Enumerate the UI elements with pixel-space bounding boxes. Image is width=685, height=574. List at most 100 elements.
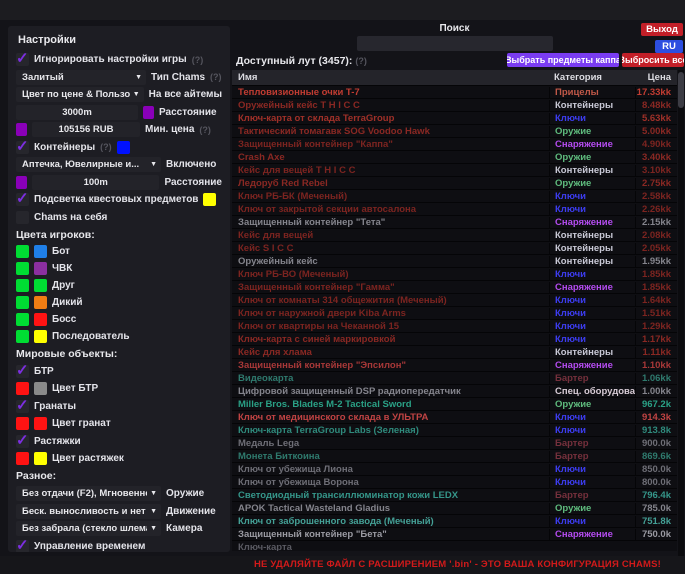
table-row[interactable]: Ключ от заброшенного завода (Меченый) Кл… [232, 514, 677, 527]
time-control-checkbox[interactable]: ✓ [16, 540, 29, 553]
weapon-select[interactable]: Без отдачи (F2), Мгновенное п ▼ [16, 486, 161, 501]
table-row[interactable]: Ключ от комнаты 314 общежития (Меченый) … [232, 293, 677, 306]
table-row[interactable]: Защищенный контейнер "Бета" Снаряжение 7… [232, 527, 677, 540]
chams-self-checkbox[interactable] [16, 211, 29, 224]
tripwire-color-swatch-1[interactable] [16, 452, 29, 465]
categories-select[interactable]: Аптечка, Ювелирные и... ▼ [16, 157, 161, 172]
help-icon[interactable]: (?) [199, 125, 211, 135]
player-color-swatch-1[interactable] [16, 245, 29, 258]
column-header-name[interactable]: Имя [232, 72, 549, 83]
table-row[interactable]: Ключ-карта с синей маркировкой Ключи 1.1… [232, 332, 677, 345]
table-row[interactable]: Ключ-карта от склада TerraGroup Ключи 5.… [232, 111, 677, 124]
table-scrollbar[interactable] [678, 70, 684, 556]
min-price-input[interactable]: 105156 RUB [32, 122, 140, 137]
misc-title: Разное: [16, 470, 222, 482]
table-row[interactable]: Тепловизионные очки T-7 Прицелы 17.33kk [232, 85, 677, 98]
quest-color-swatch[interactable] [203, 193, 216, 206]
loot-distance-color-swatch[interactable] [16, 176, 27, 189]
table-row[interactable]: Кейс S I C C Контейнеры 2.05kk [232, 241, 677, 254]
table-row[interactable]: Защищенный контейнер "Каппа" Снаряжение … [232, 137, 677, 150]
tripwires-checkbox[interactable]: ✓ [16, 435, 29, 448]
btr-checkbox[interactable]: ✓ [16, 365, 29, 378]
table-row[interactable]: Ключ от убежища Ворона Ключи 800.0k [232, 475, 677, 488]
table-row[interactable]: Ключ-карта [232, 540, 677, 551]
player-color-swatch-1[interactable] [16, 330, 29, 343]
player-color-swatch-1[interactable] [16, 313, 29, 326]
column-header-category[interactable]: Категория [549, 72, 635, 83]
drop-all-button[interactable]: Выбросить все [622, 53, 684, 67]
help-icon[interactable]: (?) [210, 72, 222, 82]
table-row[interactable]: Ледоруб Red Rebel Оружие 2.75kk [232, 176, 677, 189]
table-row[interactable]: Медаль Lega Бартер 900.0k [232, 436, 677, 449]
table-row[interactable]: Тактический томагавк SOG Voodoo Hawk Ору… [232, 124, 677, 137]
ignore-game-checkbox[interactable]: ✓ [16, 53, 29, 66]
table-row[interactable]: Оружейный кейс T H I C C Контейнеры 8.48… [232, 98, 677, 111]
player-color-swatch-2[interactable] [34, 313, 47, 326]
table-row[interactable]: Ключ РБ-БК (Меченый) Ключи 2.58kk [232, 189, 677, 202]
player-color-swatch-2[interactable] [34, 262, 47, 275]
table-row[interactable]: Ключ РБ-ВО (Меченый) Ключи 1.85kk [232, 267, 677, 280]
table-row[interactable]: APOK Tactical Wasteland Gladius Оружие 7… [232, 501, 677, 514]
column-header-price[interactable]: Цена [635, 72, 677, 83]
table-row[interactable]: Видеокарта Бартер 1.06kk [232, 371, 677, 384]
help-icon[interactable]: (?) [100, 142, 112, 152]
btr-color-swatch-2[interactable] [34, 382, 47, 395]
grenade-color-swatch-2[interactable] [34, 417, 47, 430]
table-row[interactable]: Miller Bros. Blades M-2 Tactical Sword О… [232, 397, 677, 410]
table-row[interactable]: Кейс для вещей Контейнеры 2.08kk [232, 228, 677, 241]
item-name: Ключ РБ-ВО (Меченый) [232, 269, 549, 280]
item-name: Ключ от убежища Ворона [232, 477, 549, 488]
player-color-swatch-1[interactable] [16, 262, 29, 275]
distance-input[interactable]: 3000m [16, 105, 138, 120]
search-input[interactable] [357, 36, 553, 51]
language-button[interactable]: RU [655, 40, 683, 53]
table-row[interactable]: Ключ от наружной двери Kiba Arms Ключи 1… [232, 306, 677, 319]
player-color-swatch-1[interactable] [16, 279, 29, 292]
table-row[interactable]: Ключ от квартиры на Чеканной 15 Ключи 1.… [232, 319, 677, 332]
table-row[interactable]: Ключ от убежища Лиона Ключи 850.0k [232, 462, 677, 475]
table-row[interactable]: Ключ от закрытой секции автосалона Ключи… [232, 202, 677, 215]
loot-distance-input[interactable]: 100m [32, 175, 159, 190]
min-price-color-swatch[interactable] [16, 123, 27, 136]
table-row[interactable]: Кейс для хлама Контейнеры 1.11kk [232, 345, 677, 358]
table-row[interactable]: Светодиодный трансиллюминатор кожи LEDX … [232, 488, 677, 501]
item-price: 3.40kk [635, 152, 677, 163]
help-icon[interactable]: (?) [355, 56, 367, 66]
player-color-swatch-2[interactable] [34, 279, 47, 292]
player-colors-title: Цвета игроков: [16, 229, 222, 241]
table-row[interactable]: Монета Биткоина Бартер 869.6k [232, 449, 677, 462]
camera-select[interactable]: Без забрала (стекло шлема) ▼ [16, 521, 161, 536]
chams-type-select[interactable]: Залитый ▼ [16, 70, 146, 85]
select-value: Без отдачи (F2), Мгновенное п [22, 488, 147, 499]
grenade-color-swatch-1[interactable] [16, 417, 29, 430]
tripwire-color-swatch-2[interactable] [34, 452, 47, 465]
table-row[interactable]: Цифровой защищенный DSP радиопередатчик … [232, 384, 677, 397]
footer-bar: НЕ УДАЛЯЙТЕ ФАЙЛ С РАСШИРЕНИЕМ '.bin' - … [0, 556, 685, 574]
table-row[interactable]: Кейс для вещей T H I C C Контейнеры 3.10… [232, 163, 677, 176]
distance-color-swatch[interactable] [143, 106, 154, 119]
player-color-swatch-2[interactable] [34, 296, 47, 309]
color-mode-select[interactable]: Цвет по цене & Пользователь ▼ [16, 87, 144, 102]
setting-label: Расстояние [164, 177, 222, 188]
table-row[interactable]: Защищенный контейнер "Тета" Снаряжение 2… [232, 215, 677, 228]
setting-btr: ✓ БТР [16, 364, 222, 379]
table-row[interactable]: Оружейный кейс Контейнеры 1.95kk [232, 254, 677, 267]
grenades-checkbox[interactable]: ✓ [16, 400, 29, 413]
player-color-swatch-2[interactable] [34, 330, 47, 343]
help-icon[interactable]: (?) [192, 55, 204, 65]
select-kappa-items-button[interactable]: Выбрать предметы каппа [507, 53, 619, 67]
player-color-swatch-1[interactable] [16, 296, 29, 309]
table-row[interactable]: Ключ от медицинского склада в УЛЬТРА Клю… [232, 410, 677, 423]
table-row[interactable]: Ключ-карта TerraGroup Labs (Зеленая) Клю… [232, 423, 677, 436]
table-row[interactable]: Защищенный контейнер "Гамма" Снаряжение … [232, 280, 677, 293]
btr-color-swatch-1[interactable] [16, 382, 29, 395]
containers-color-swatch[interactable] [117, 141, 130, 154]
scrollbar-thumb[interactable] [678, 72, 684, 108]
containers-checkbox[interactable]: ✓ [16, 141, 29, 154]
quest-highlight-checkbox[interactable]: ✓ [16, 193, 29, 206]
player-color-swatch-2[interactable] [34, 245, 47, 258]
exit-button[interactable]: Выход [641, 23, 683, 36]
table-row[interactable]: Crash Axe Оружие 3.40kk [232, 150, 677, 163]
table-row[interactable]: Защищенный контейнер "Эпсилон" Снаряжени… [232, 358, 677, 371]
movement-select[interactable]: Беск. выносливость и нет уста ▼ [16, 504, 161, 519]
